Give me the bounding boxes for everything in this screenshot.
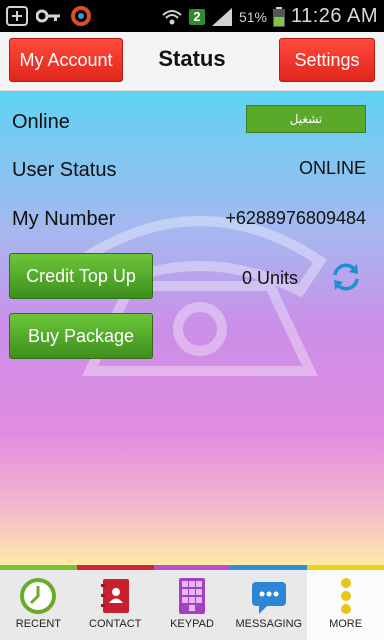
tab-more[interactable]: MORE [307,565,384,640]
tab-keypad[interactable]: KEYPAD [153,565,231,640]
key-icon [36,9,60,23]
tab-recent-label: RECENT [15,618,62,630]
clock: 11:26 AM [290,5,378,27]
battery-icon [272,6,285,27]
refresh-icon[interactable] [330,261,362,293]
units-balance: 0 Units [242,268,299,288]
notification-count-badge: 2 [188,8,205,25]
status-bar-left [6,6,92,26]
add-icon [6,6,28,26]
status-bar-right: 2 51% 11:26 AM [161,5,378,28]
tab-contact-label: CONTACT [89,618,142,630]
bottom-tab-bar: RECENT CONTACT KEYPAD MESSAGING MORE [0,565,384,640]
tab-more-label: MORE [329,618,363,630]
app-notification-icon [71,6,91,26]
tab-recent[interactable]: RECENT [0,565,77,640]
buy-package-button[interactable]: Buy Package [9,313,153,359]
clock-icon [20,578,57,614]
signal-icon [211,7,232,26]
online-toggle[interactable]: تشغيل [246,105,366,133]
contact-book-icon [101,579,130,613]
tab-messaging[interactable]: MESSAGING [230,565,308,640]
user-status-value: ONLINE [298,158,366,178]
tab-contact[interactable]: CONTACT [76,565,154,640]
my-number-value: +6288976809484 [225,208,366,228]
tab-keypad-label: KEYPAD [170,618,214,630]
status-panel: Online تشغيل User Status ONLINE My Numbe… [0,91,384,565]
more-dots-icon [340,578,351,614]
credit-top-up-button[interactable]: Credit Top Up [9,253,153,299]
my-number-label: My Number [12,208,116,230]
wifi-icon [162,9,182,24]
battery-percent: 51% [238,8,267,25]
online-label: Online [12,111,70,133]
status-bar: 2 51% 11:26 AM [0,0,384,32]
settings-button[interactable]: Settings [279,38,375,82]
tab-messaging-label: MESSAGING [235,618,303,630]
app-header: My Account Status Settings [0,32,384,91]
chat-bubble-icon [251,582,286,614]
user-status-label: User Status [12,159,117,181]
keypad-icon [178,578,205,614]
